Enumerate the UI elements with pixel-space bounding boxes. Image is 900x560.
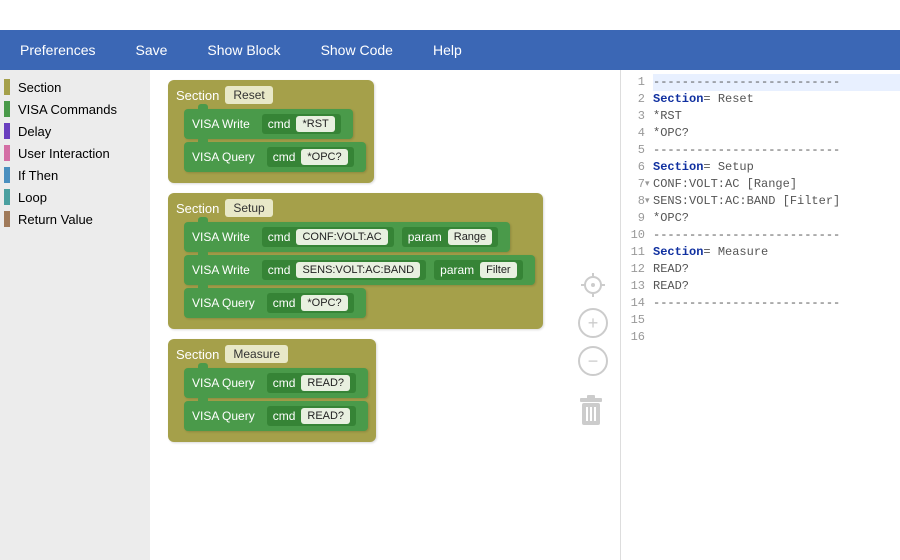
cmd-field[interactable]: READ? bbox=[301, 375, 350, 391]
category-swatch bbox=[4, 167, 10, 183]
cmd-slot: cmd SENS:VOLT:AC:BAND bbox=[262, 260, 426, 280]
command-type: VISA Query bbox=[192, 150, 255, 164]
category-swatch bbox=[4, 123, 10, 139]
block-canvas[interactable]: Section Reset VISA Write cmd *RST VISA Query c… bbox=[150, 70, 620, 560]
command-type: VISA Write bbox=[192, 230, 250, 244]
section-header: Section Reset bbox=[176, 86, 366, 104]
command-type: VISA Query bbox=[192, 296, 255, 310]
section-name-field[interactable]: Setup bbox=[225, 199, 272, 217]
toolbox-label: Delay bbox=[18, 124, 51, 139]
toolbox-label: If Then bbox=[18, 168, 58, 183]
menu-show-block[interactable]: Show Block bbox=[187, 36, 300, 64]
toolbox-label: Section bbox=[18, 80, 61, 95]
toolbox-label: User Interaction bbox=[18, 146, 110, 161]
menu-save[interactable]: Save bbox=[115, 36, 187, 64]
toolbox-sidebar: Section VISA Commands Delay User Interactio… bbox=[0, 70, 150, 560]
cmd-field[interactable]: *RST bbox=[296, 116, 334, 132]
section-keyword: Section bbox=[176, 88, 219, 103]
toolbox-label: VISA Commands bbox=[18, 102, 117, 117]
param-field[interactable]: Filter bbox=[480, 262, 516, 278]
zoom-out-button[interactable]: − bbox=[578, 346, 608, 376]
cmd-field[interactable]: *OPC? bbox=[301, 149, 347, 165]
command-block[interactable]: VISA Write cmd *RST bbox=[184, 109, 353, 139]
cmd-label: cmd bbox=[273, 296, 296, 310]
fold-marker-icon[interactable]: ▾ bbox=[645, 193, 650, 210]
code-lines: --------------------------Section= Reset… bbox=[653, 74, 900, 346]
section-header: Section Setup bbox=[176, 199, 535, 217]
toolbox-item[interactable]: User Interaction bbox=[0, 142, 150, 164]
center-view-button[interactable] bbox=[578, 270, 608, 300]
param-field[interactable]: Range bbox=[448, 229, 492, 245]
section-block[interactable]: SectionMeasureVISA QuerycmdREAD?VISA Que… bbox=[168, 339, 376, 442]
toolbox-item[interactable]: VISA Commands bbox=[0, 98, 150, 120]
section-name-field[interactable]: Reset bbox=[225, 86, 272, 104]
cmd-label: cmd bbox=[273, 409, 296, 423]
command-type: VISA Query bbox=[192, 409, 255, 423]
command-block[interactable]: VISA Query cmd *OPC? bbox=[184, 288, 366, 318]
toolbox-item[interactable]: Delay bbox=[0, 120, 150, 142]
window-top-gap bbox=[0, 0, 900, 30]
menu-show-code[interactable]: Show Code bbox=[301, 36, 413, 64]
command-block[interactable]: VISA Write cmd CONF:VOLT:AC param Range bbox=[184, 222, 510, 252]
command-type: VISA Query bbox=[192, 376, 255, 390]
toolbox-label: Loop bbox=[18, 190, 47, 205]
param-slot: param Filter bbox=[434, 260, 522, 280]
cmd-label: cmd bbox=[273, 150, 296, 164]
cmd-slot: cmd READ? bbox=[267, 406, 356, 426]
category-swatch bbox=[4, 189, 10, 205]
cmd-field[interactable]: SENS:VOLT:AC:BAND bbox=[296, 262, 420, 278]
canvas-controls: + − bbox=[578, 270, 608, 376]
toolbox-item[interactable]: Section bbox=[0, 76, 150, 98]
param-label: param bbox=[408, 230, 442, 244]
command-block[interactable]: VISA Query cmd *OPC? bbox=[184, 142, 366, 172]
cmd-slot: cmd *OPC? bbox=[267, 147, 354, 167]
toolbox-label: Return Value bbox=[18, 212, 93, 227]
command-block[interactable]: VISA Query cmd READ? bbox=[184, 401, 368, 431]
param-label: param bbox=[440, 263, 474, 277]
section-block[interactable]: Section Setup VISA Write cmd CONF:VOLT:AC par… bbox=[168, 193, 543, 329]
category-swatch bbox=[4, 145, 10, 161]
zoom-in-button[interactable]: + bbox=[578, 308, 608, 338]
command-block[interactable]: VISA Query cmd READ? bbox=[184, 368, 368, 398]
toolbox-item[interactable]: Loop bbox=[0, 186, 150, 208]
fold-marker-icon[interactable]: ▾ bbox=[645, 176, 650, 193]
menu-help[interactable]: Help bbox=[413, 36, 482, 64]
command-block[interactable]: VISA Write cmd SENS:VOLT:AC:BAND param Filte… bbox=[184, 255, 535, 285]
section-keyword: Section bbox=[176, 347, 219, 362]
section-name-field[interactable]: Measure bbox=[225, 345, 288, 363]
cmd-label: cmd bbox=[268, 263, 291, 277]
cmd-label: cmd bbox=[268, 230, 291, 244]
cmd-slot: cmd READ? bbox=[267, 373, 356, 393]
cmd-field[interactable]: CONF:VOLT:AC bbox=[296, 229, 387, 245]
cmd-label: cmd bbox=[273, 376, 296, 390]
main: Section VISA Commands Delay User Interactio… bbox=[0, 70, 900, 560]
code-gutter: 12345678910111213141516 bbox=[621, 74, 649, 560]
cmd-slot: cmd *OPC? bbox=[267, 293, 354, 313]
category-swatch bbox=[4, 101, 10, 117]
cmd-field[interactable]: READ? bbox=[301, 408, 350, 424]
param-slot: param Range bbox=[402, 227, 498, 247]
toolbox-item[interactable]: If Then bbox=[0, 164, 150, 186]
cmd-slot: cmd *RST bbox=[262, 114, 341, 134]
command-type: VISA Write bbox=[192, 117, 250, 131]
cmd-slot: cmd CONF:VOLT:AC bbox=[262, 227, 394, 247]
code-pane: 12345678910111213141516 ----------------… bbox=[620, 70, 900, 560]
toolbox-item[interactable]: Return Value bbox=[0, 208, 150, 230]
cmd-field[interactable]: *OPC? bbox=[301, 295, 347, 311]
cmd-label: cmd bbox=[268, 117, 291, 131]
menubar: Preferences Save Show Block Show Code He… bbox=[0, 30, 900, 70]
command-type: VISA Write bbox=[192, 263, 250, 277]
menu-preferences[interactable]: Preferences bbox=[0, 36, 115, 64]
section-header: Section Measure bbox=[176, 345, 368, 363]
category-swatch bbox=[4, 211, 10, 227]
trash-button[interactable] bbox=[576, 393, 606, 430]
section-block[interactable]: Section Reset VISA Write cmd *RST VISA Query c… bbox=[168, 80, 374, 183]
category-swatch bbox=[4, 79, 10, 95]
section-keyword: Section bbox=[176, 201, 219, 216]
